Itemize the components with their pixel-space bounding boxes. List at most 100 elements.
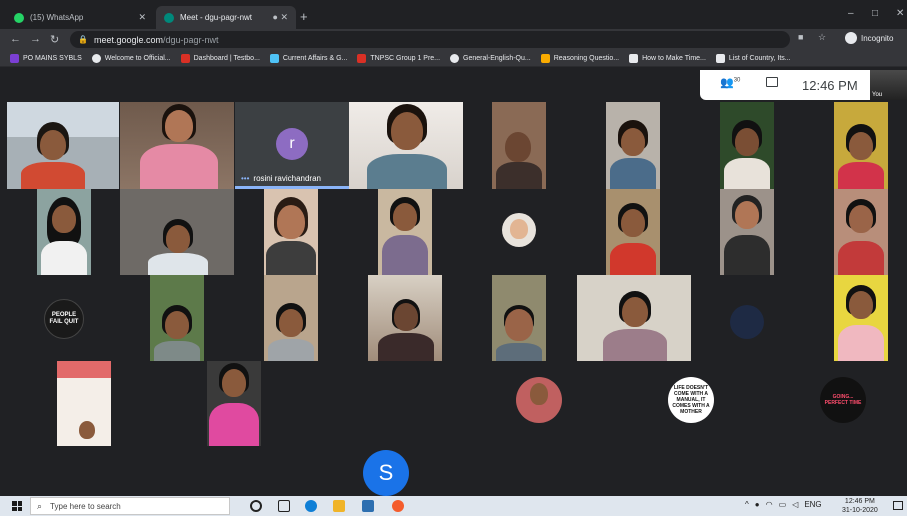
participants-button[interactable]: 👥30 (720, 76, 740, 89)
participant-tile[interactable] (720, 189, 774, 275)
tab-label: (15) WhatsApp (30, 13, 84, 22)
browser-toolbar: ← → ↻ 🔒 meet.google.com /dgu-pagr-nwt ■ … (0, 29, 907, 50)
participant-tile[interactable] (492, 102, 546, 189)
reload-icon[interactable]: ↻ (50, 33, 59, 46)
incognito-label: Incognito (861, 33, 894, 43)
windows-taskbar: ⌕ Type here to search ^ ● ◠ ▭ ◁ ENG 12:4… (0, 496, 907, 516)
participant-count: 30 (733, 77, 741, 84)
new-tab-button[interactable]: + (300, 9, 308, 24)
edge-icon[interactable] (305, 500, 317, 512)
participant-tile[interactable] (7, 102, 119, 189)
participant-tile[interactable] (57, 361, 111, 446)
camera-icon[interactable]: ■ (798, 32, 803, 42)
cortana-icon[interactable] (250, 500, 262, 512)
notification-icon[interactable] (893, 501, 903, 510)
participant-tile[interactable] (378, 189, 432, 275)
back-arrow-icon[interactable]: ← (10, 33, 21, 45)
participant-avatar[interactable]: S (363, 450, 409, 496)
participant-name: rosini ravichandran (253, 174, 321, 183)
windows-start-icon[interactable] (12, 501, 22, 511)
question-icon (540, 53, 550, 63)
participant-avatar: r (276, 128, 308, 160)
battery-icon[interactable]: ▭ (779, 500, 787, 509)
incognito-icon (845, 32, 857, 44)
microphone-icon[interactable]: ● (755, 500, 760, 509)
bookmark-item[interactable]: List of Country, Its... (715, 53, 791, 63)
bookmark-icon (357, 53, 367, 63)
participant-tile[interactable] (606, 102, 660, 189)
participant-tile[interactable] (368, 275, 442, 361)
participant-tile[interactable] (349, 102, 463, 189)
volume-icon[interactable]: ◁ (792, 500, 798, 509)
globe-icon (450, 53, 460, 63)
taskbar-clock[interactable]: 12:46 PM 31-10-2020 (842, 497, 878, 515)
participant-tile[interactable] (120, 189, 234, 275)
store-icon[interactable] (362, 500, 374, 512)
participant-tile[interactable] (150, 275, 204, 361)
participant-tile[interactable] (120, 102, 234, 189)
participant-tile[interactable] (207, 361, 261, 446)
profile-photo (730, 305, 764, 339)
participant-tile[interactable] (720, 102, 774, 189)
maximize-button[interactable]: □ (872, 8, 878, 19)
profile-photo: GOING... PERFECT TIME (820, 377, 866, 423)
chat-icon[interactable] (766, 77, 778, 87)
tab-meet[interactable]: Meet - dgu-pagr-nwt ● ✕ (156, 6, 296, 29)
bookmark-item[interactable]: Welcome to Official... (91, 53, 171, 63)
close-tab-icon[interactable]: ✕ (138, 12, 146, 23)
speaking-indicator-icon: ••• (241, 174, 250, 183)
bookmark-icon (269, 53, 279, 63)
participant-tile[interactable] (577, 275, 691, 361)
profile-photo: LIFE DOESN'T COME WITH A MANUAL, IT COME… (668, 377, 714, 423)
tab-whatsapp[interactable]: (15) WhatsApp ✕ (6, 6, 154, 29)
chevron-up-icon[interactable]: ^ (745, 500, 749, 509)
profile-photo: PEOPLE FAIL QUIT (44, 299, 84, 339)
participant-tile[interactable] (37, 189, 91, 275)
bookmark-item[interactable]: General-English-Qu... (450, 53, 531, 63)
bookmark-item[interactable]: Dashboard | Testbo... (180, 53, 260, 63)
tab-label: Meet - dgu-pagr-nwt (180, 13, 253, 22)
bookmark-icon (629, 53, 639, 63)
bookmark-label: Current Affairs & G... (282, 54, 348, 62)
participant-tile[interactable] (834, 275, 888, 361)
bookmark-label: PO MAINS SYBLS (23, 54, 82, 62)
participant-tile[interactable] (264, 189, 318, 275)
taskbar-search-input[interactable]: ⌕ Type here to search (30, 497, 230, 515)
bookmark-item[interactable]: How to Make Time... (629, 53, 706, 63)
participant-tile[interactable] (606, 189, 660, 275)
language-indicator[interactable]: ENG (804, 500, 821, 509)
taskbar-time: 12:46 PM (844, 498, 875, 505)
url-host: meet.google.com (93, 34, 164, 45)
participant-tile-rosini[interactable]: r ••• rosini ravichandran (235, 102, 349, 189)
bookmarks-bar: PO MAINS SYBLS Welcome to Official... Da… (0, 50, 907, 67)
browser-tab-strip: (15) WhatsApp ✕ Meet - dgu-pagr-nwt ● ✕ … (0, 0, 907, 29)
bookmark-item[interactable]: TNPSC Group 1 Pre... (357, 53, 440, 63)
bookmark-icon (10, 53, 19, 63)
close-window-button[interactable]: ✕ (896, 8, 904, 19)
chrome-icon[interactable] (392, 500, 404, 512)
self-view-tile[interactable]: You (870, 70, 907, 100)
network-icon[interactable]: ◠ (766, 500, 773, 509)
participant-tile[interactable] (834, 102, 888, 189)
system-tray: ^ ● ◠ ▭ ◁ ENG (745, 500, 822, 509)
task-view-icon[interactable] (278, 500, 290, 512)
incognito-indicator[interactable]: Incognito (845, 32, 893, 44)
participant-tile[interactable] (834, 189, 888, 275)
minimize-button[interactable]: – (848, 8, 854, 19)
address-bar[interactable]: 🔒 meet.google.com /dgu-pagr-nwt (70, 31, 790, 48)
bookmark-item[interactable]: PO MAINS SYBLS (10, 53, 82, 63)
star-icon[interactable]: ☆ (818, 32, 826, 43)
close-tab-icon[interactable]: ● ✕ (273, 12, 288, 23)
search-placeholder: Type here to search (50, 501, 121, 511)
forward-arrow-icon[interactable]: → (30, 33, 41, 45)
globe-icon (91, 53, 101, 63)
bookmark-label: Reasoning Questio... (553, 54, 620, 62)
file-explorer-icon[interactable] (333, 500, 345, 512)
profile-photo (502, 213, 536, 247)
bookmark-item[interactable]: Reasoning Questio... (540, 53, 620, 63)
bookmark-item[interactable]: Current Affairs & G... (269, 53, 348, 63)
lock-icon: 🔒 (78, 35, 88, 44)
participant-tile[interactable] (264, 275, 318, 361)
participant-tile[interactable] (492, 275, 546, 361)
bookmark-icon (715, 53, 725, 63)
